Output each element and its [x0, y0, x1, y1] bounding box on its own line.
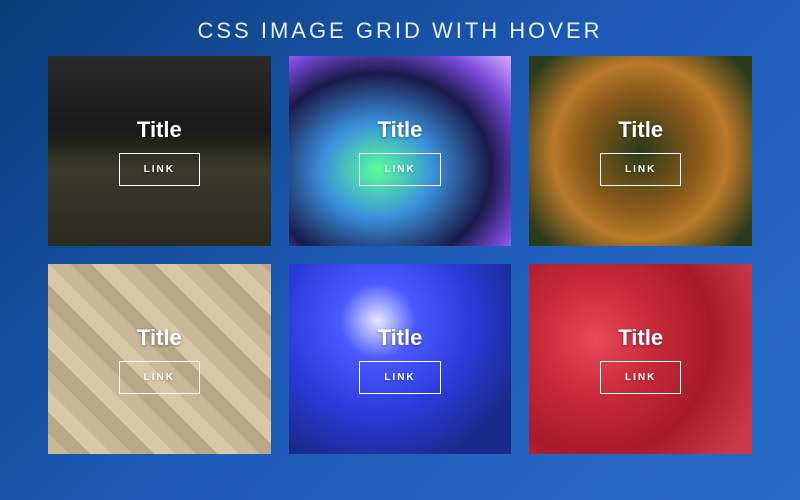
card-link-button[interactable]: LINK — [119, 361, 200, 394]
card-title: Title — [378, 117, 423, 143]
card-title: Title — [618, 325, 663, 351]
card-link-button[interactable]: LINK — [119, 153, 200, 186]
card-link-button[interactable]: LINK — [600, 361, 681, 394]
card-link-button[interactable]: LINK — [600, 153, 681, 186]
grid-card[interactable]: Title LINK — [289, 264, 512, 454]
grid-card[interactable]: Title LINK — [289, 56, 512, 246]
grid-card[interactable]: Title LINK — [529, 264, 752, 454]
card-link-button[interactable]: LINK — [359, 153, 440, 186]
card-title: Title — [378, 325, 423, 351]
card-title: Title — [618, 117, 663, 143]
card-link-button[interactable]: LINK — [359, 361, 440, 394]
page-title: CSS IMAGE GRID WITH HOVER — [0, 0, 800, 56]
image-grid: Title LINK Title LINK Title LINK Title L… — [0, 56, 800, 454]
grid-card[interactable]: Title LINK — [48, 56, 271, 246]
card-title: Title — [137, 325, 182, 351]
card-title: Title — [137, 117, 182, 143]
grid-card[interactable]: Title LINK — [48, 264, 271, 454]
grid-card[interactable]: Title LINK — [529, 56, 752, 246]
